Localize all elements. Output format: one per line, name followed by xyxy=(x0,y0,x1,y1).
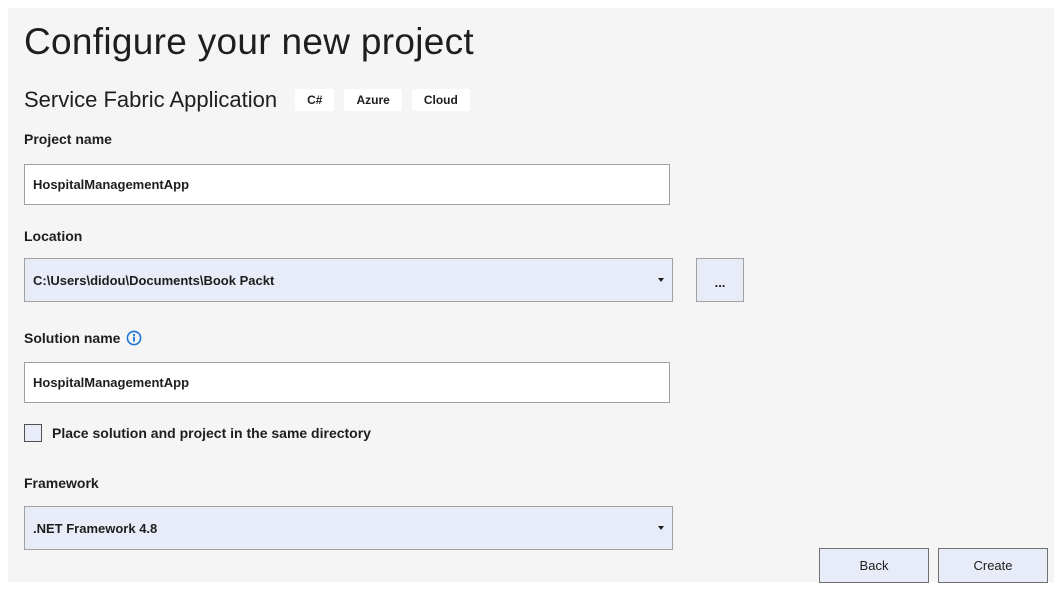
project-name-label-text: Project name xyxy=(24,131,112,147)
info-icon[interactable] xyxy=(126,330,142,346)
tag-platform: Azure xyxy=(344,89,402,111)
create-button[interactable]: Create xyxy=(938,548,1048,583)
same-directory-label: Place solution and project in the same d… xyxy=(52,425,371,441)
solution-name-label-text: Solution name xyxy=(24,330,121,346)
tag-language: C# xyxy=(295,89,335,111)
solution-name-label: Solution name xyxy=(24,330,142,346)
chevron-down-icon xyxy=(658,526,664,530)
solution-name-input[interactable] xyxy=(24,362,670,403)
tag-project-type: Cloud xyxy=(411,89,470,111)
same-directory-option[interactable]: Place solution and project in the same d… xyxy=(24,424,371,442)
framework-label-text: Framework xyxy=(24,475,99,491)
location-combobox[interactable]: C:\Users\didou\Documents\Book Packt xyxy=(24,258,673,302)
project-name-label: Project name xyxy=(24,131,112,147)
framework-label: Framework xyxy=(24,475,99,491)
browse-location-button[interactable]: ... xyxy=(696,258,744,302)
location-dropdown-toggle[interactable] xyxy=(650,259,672,301)
template-name: Service Fabric Application xyxy=(24,87,278,112)
template-header: Service Fabric Application C# Azure Clou… xyxy=(24,84,480,116)
back-button[interactable]: Back xyxy=(819,548,929,583)
location-label: Location xyxy=(24,228,82,244)
page-title: Configure your new project xyxy=(24,21,474,62)
configure-project-dialog: Configure your new project Service Fabri… xyxy=(8,8,1054,583)
framework-combobox[interactable]: .NET Framework 4.8 xyxy=(24,506,673,550)
framework-value: .NET Framework 4.8 xyxy=(33,520,158,536)
framework-dropdown-toggle[interactable] xyxy=(650,507,672,549)
project-name-input[interactable] xyxy=(24,164,670,205)
same-directory-checkbox[interactable] xyxy=(24,424,42,442)
location-value: C:\Users\didou\Documents\Book Packt xyxy=(33,272,275,288)
location-label-text: Location xyxy=(24,228,83,244)
chevron-down-icon xyxy=(658,278,664,282)
